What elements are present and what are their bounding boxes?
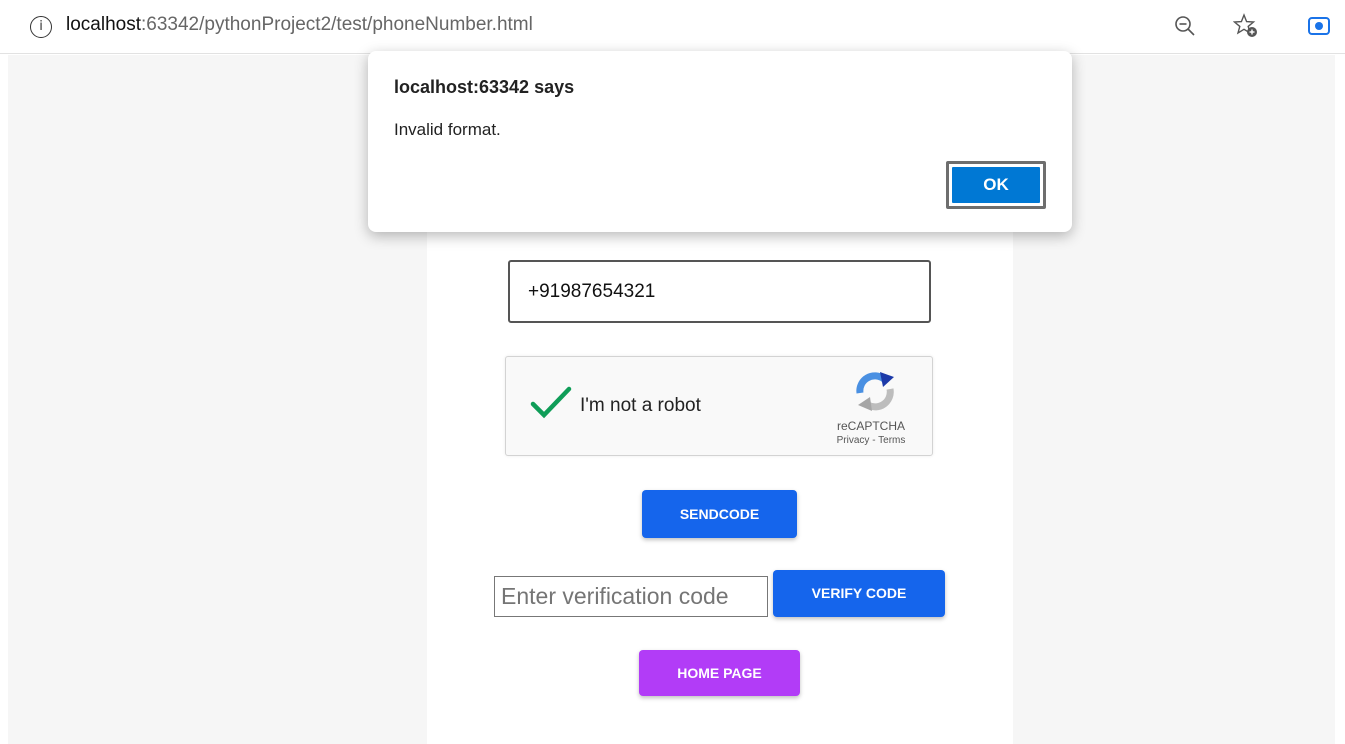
home-page-button[interactable]: HOME PAGE bbox=[639, 650, 800, 696]
recaptcha-logo-icon bbox=[856, 372, 894, 411]
recaptcha-widget[interactable]: I'm not a robot reCAPTCHA Privacy - Term… bbox=[505, 356, 933, 456]
dialog-ok-button[interactable]: OK bbox=[952, 167, 1040, 203]
browser-toolbar: i localhost:63342/pythonProject2/test/ph… bbox=[0, 0, 1345, 54]
address-bar[interactable]: localhost:63342/pythonProject2/test/phon… bbox=[66, 14, 533, 36]
url-host: localhost bbox=[66, 14, 141, 35]
checkmark-icon[interactable] bbox=[530, 385, 572, 421]
info-icon[interactable]: i bbox=[30, 16, 52, 38]
url-path: :63342/pythonProject2/test/phoneNumber.h… bbox=[141, 14, 533, 35]
recaptcha-label: I'm not a robot bbox=[580, 395, 701, 416]
zoom-out-icon[interactable] bbox=[1172, 13, 1198, 39]
add-favorite-icon[interactable] bbox=[1232, 13, 1259, 39]
recaptcha-links[interactable]: Privacy - Terms bbox=[816, 435, 926, 446]
recaptcha-brand: reCAPTCHA bbox=[836, 419, 905, 433]
verify-code-button[interactable]: VERIFY CODE bbox=[773, 570, 945, 617]
phone-number-input[interactable]: +91987654321 bbox=[508, 260, 931, 323]
extension-icon[interactable] bbox=[1308, 17, 1330, 35]
alert-dialog: localhost:63342 says Invalid format. OK bbox=[368, 51, 1072, 232]
dialog-ok-focus-ring: OK bbox=[946, 161, 1046, 209]
dialog-message: Invalid format. bbox=[394, 120, 501, 139]
verification-code-input[interactable] bbox=[494, 576, 768, 617]
send-code-button[interactable]: SENDCODE bbox=[642, 490, 797, 538]
dialog-title: localhost:63342 says bbox=[394, 77, 575, 97]
